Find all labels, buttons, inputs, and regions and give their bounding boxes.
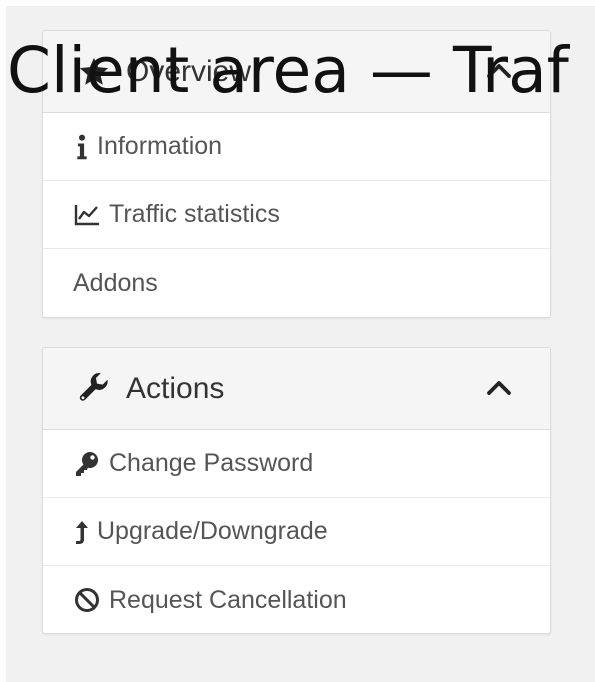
overview-panel: Overview Information Traffic statistics … — [42, 30, 551, 318]
key-icon — [76, 451, 98, 476]
wrench-icon — [79, 372, 108, 401]
sidebar-item-addons[interactable]: Addons — [43, 249, 550, 317]
sidebar-item-label: Information — [97, 132, 223, 160]
chevron-up-icon[interactable] — [484, 373, 514, 403]
sidebar-item-change-password[interactable]: Change Password — [43, 430, 550, 498]
sidebar-item-upgrade-downgrade[interactable]: Upgrade/Downgrade — [43, 498, 550, 566]
star-icon — [79, 57, 109, 85]
actions-panel: Actions Change Password Upgrade/Downgrad… — [42, 347, 551, 634]
level-up-icon — [76, 520, 88, 544]
ban-icon — [75, 588, 99, 612]
info-icon — [77, 134, 87, 159]
actions-panel-title: Actions — [126, 372, 225, 405]
sidebar-item-traffic-statistics[interactable]: Traffic statistics — [43, 181, 550, 249]
sidebar-item-label: Addons — [73, 268, 158, 297]
overview-panel-heading[interactable]: Overview — [43, 31, 550, 113]
line-chart-icon — [74, 204, 99, 225]
sidebar-item-request-cancellation[interactable]: Request Cancellation — [43, 566, 550, 633]
overview-panel-title: Overview — [126, 55, 252, 88]
actions-panel-heading[interactable]: Actions — [43, 348, 550, 430]
chevron-up-icon[interactable] — [484, 56, 514, 86]
sidebar-item-label: Traffic statistics — [109, 200, 280, 228]
sidebar-item-label: Request Cancellation — [109, 585, 347, 614]
sidebar-item-label: Change Password — [109, 449, 314, 477]
sidebar-item-information[interactable]: Information — [43, 113, 550, 181]
sidebar-item-label: Upgrade/Downgrade — [97, 517, 328, 545]
